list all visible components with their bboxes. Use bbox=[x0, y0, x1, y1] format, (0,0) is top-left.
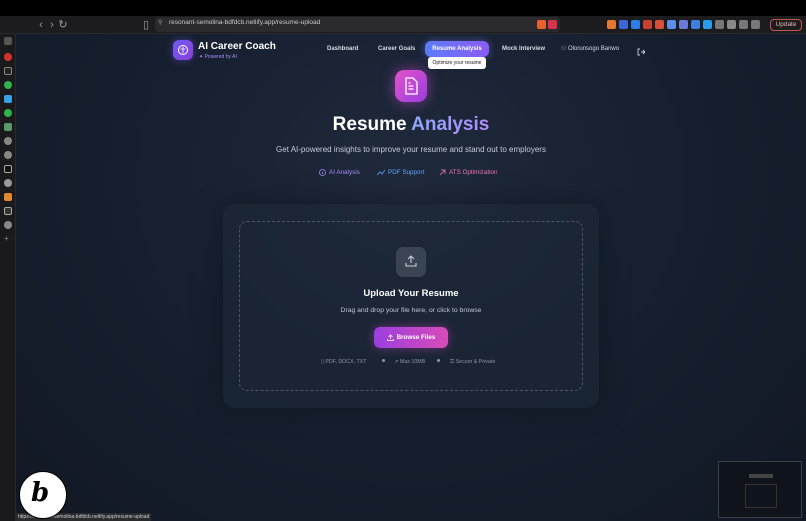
sidebar-app-icon[interactable] bbox=[4, 109, 12, 117]
reload-icon[interactable]: ↻ bbox=[56, 18, 70, 32]
separator-dot bbox=[382, 359, 385, 362]
brain-logo-icon[interactable] bbox=[173, 40, 193, 60]
document-icon bbox=[395, 70, 427, 102]
sidebar-app-icon[interactable] bbox=[4, 81, 12, 89]
brave-shield-icon[interactable] bbox=[537, 20, 546, 29]
sidebar-toggle-icon[interactable] bbox=[727, 20, 736, 29]
max-size-info: ↗ Max 10MB bbox=[394, 359, 426, 365]
wallet-icon[interactable] bbox=[739, 20, 748, 29]
page-title: Resume Analysis bbox=[332, 114, 490, 135]
extension-icon[interactable] bbox=[679, 20, 688, 29]
target-icon bbox=[439, 169, 446, 176]
browser-toolbar: ‹ › ↻ ▯ ⚲ resonant-semolina-bdfdcb.netli… bbox=[0, 16, 806, 34]
top-nav: AI Career Coach ✦ Powered by AI Dashboar… bbox=[16, 34, 806, 69]
browser-sidebar: + bbox=[0, 34, 16, 521]
extension-icon[interactable] bbox=[691, 20, 700, 29]
nav-career-goals[interactable]: Career Goals bbox=[378, 42, 415, 56]
url-text: resonant-semolina-bdfdcb.netlify.app/res… bbox=[169, 19, 321, 26]
tooltip: Optimize your resume bbox=[428, 57, 486, 69]
x-app-icon[interactable] bbox=[4, 67, 12, 75]
extension-icon[interactable] bbox=[631, 20, 640, 29]
sidebar-app-icon[interactable] bbox=[4, 123, 12, 131]
extension-icon[interactable] bbox=[607, 20, 616, 29]
address-bar[interactable]: ⚲ resonant-semolina-bdfdcb.netlify.app/r… bbox=[155, 17, 560, 32]
page-subtitle: Get AI-powered insights to improve your … bbox=[276, 145, 546, 154]
upload-icon bbox=[396, 247, 426, 277]
extension-icon[interactable] bbox=[643, 20, 652, 29]
update-button[interactable]: Update bbox=[770, 19, 802, 31]
secure-info: ⚿ Secure & Private bbox=[450, 359, 496, 365]
sidebar-app-icon[interactable] bbox=[4, 95, 12, 103]
extension-icon[interactable] bbox=[703, 20, 712, 29]
browse-files-button[interactable]: Browse Files bbox=[374, 327, 448, 348]
sidebar-app-icon[interactable] bbox=[4, 137, 12, 145]
user-icon: ⚇ bbox=[561, 46, 569, 52]
sidebar-app-icon[interactable] bbox=[4, 221, 12, 229]
thumbnail-content bbox=[745, 484, 777, 508]
picture-in-picture-thumbnail[interactable] bbox=[718, 461, 802, 518]
add-icon[interactable]: + bbox=[4, 234, 9, 243]
sidebar-app-icon[interactable] bbox=[4, 165, 12, 173]
separator-dot bbox=[437, 359, 440, 362]
sidebar-app-icon[interactable] bbox=[4, 151, 12, 159]
extension-icon[interactable] bbox=[667, 20, 676, 29]
nav-resume-analysis[interactable]: Resume Analysis bbox=[425, 41, 489, 57]
app-viewport: AI Career Coach ✦ Powered by AI Dashboar… bbox=[16, 34, 806, 521]
brand-title[interactable]: AI Career Coach bbox=[198, 41, 276, 52]
thumbnail-content bbox=[749, 474, 773, 478]
extension-icon[interactable] bbox=[715, 20, 724, 29]
feature-ats-optimization: ATS Optimization bbox=[439, 168, 498, 178]
info-icon bbox=[319, 168, 326, 176]
file-types-info: ▯ PDF, DOCX, TXT bbox=[321, 359, 367, 365]
bookmark-icon[interactable]: ▯ bbox=[139, 18, 153, 32]
sidebar-app-icon[interactable] bbox=[4, 207, 12, 215]
upload-icon bbox=[386, 334, 394, 341]
upload-title: Upload Your Resume bbox=[363, 288, 459, 299]
feature-pdf-support: PDF Support bbox=[376, 168, 424, 178]
site-info-icon[interactable]: ⚲ bbox=[158, 19, 162, 26]
user-menu[interactable]: ⚇ Olorunsogo Banwo bbox=[561, 42, 619, 56]
sidebar-app-icon[interactable] bbox=[4, 193, 12, 201]
sidebar-app-icon[interactable] bbox=[4, 179, 12, 187]
sidebar-toggle-icon[interactable] bbox=[4, 37, 12, 45]
extension-icon[interactable] bbox=[655, 20, 664, 29]
bolt-badge-logo[interactable]: b bbox=[19, 471, 67, 519]
brand-subtitle: ✦ Powered by AI bbox=[199, 54, 237, 60]
sidebar-app-icon[interactable] bbox=[4, 53, 12, 61]
brave-rewards-icon[interactable] bbox=[548, 20, 557, 29]
logout-icon[interactable] bbox=[637, 43, 646, 61]
trend-icon bbox=[376, 169, 386, 176]
extension-icon[interactable] bbox=[619, 20, 628, 29]
extensions-puzzle-icon[interactable] bbox=[751, 20, 760, 29]
nav-mock-interview[interactable]: Mock Interview bbox=[502, 42, 545, 56]
bolt-logo-icon: b bbox=[31, 478, 50, 508]
nav-dashboard[interactable]: Dashboard bbox=[327, 42, 358, 56]
os-top-bar bbox=[0, 0, 806, 16]
feature-ai-analysis: AI Analysis bbox=[319, 168, 360, 178]
upload-subtitle: Drag and drop your file here, or click t… bbox=[340, 307, 482, 314]
